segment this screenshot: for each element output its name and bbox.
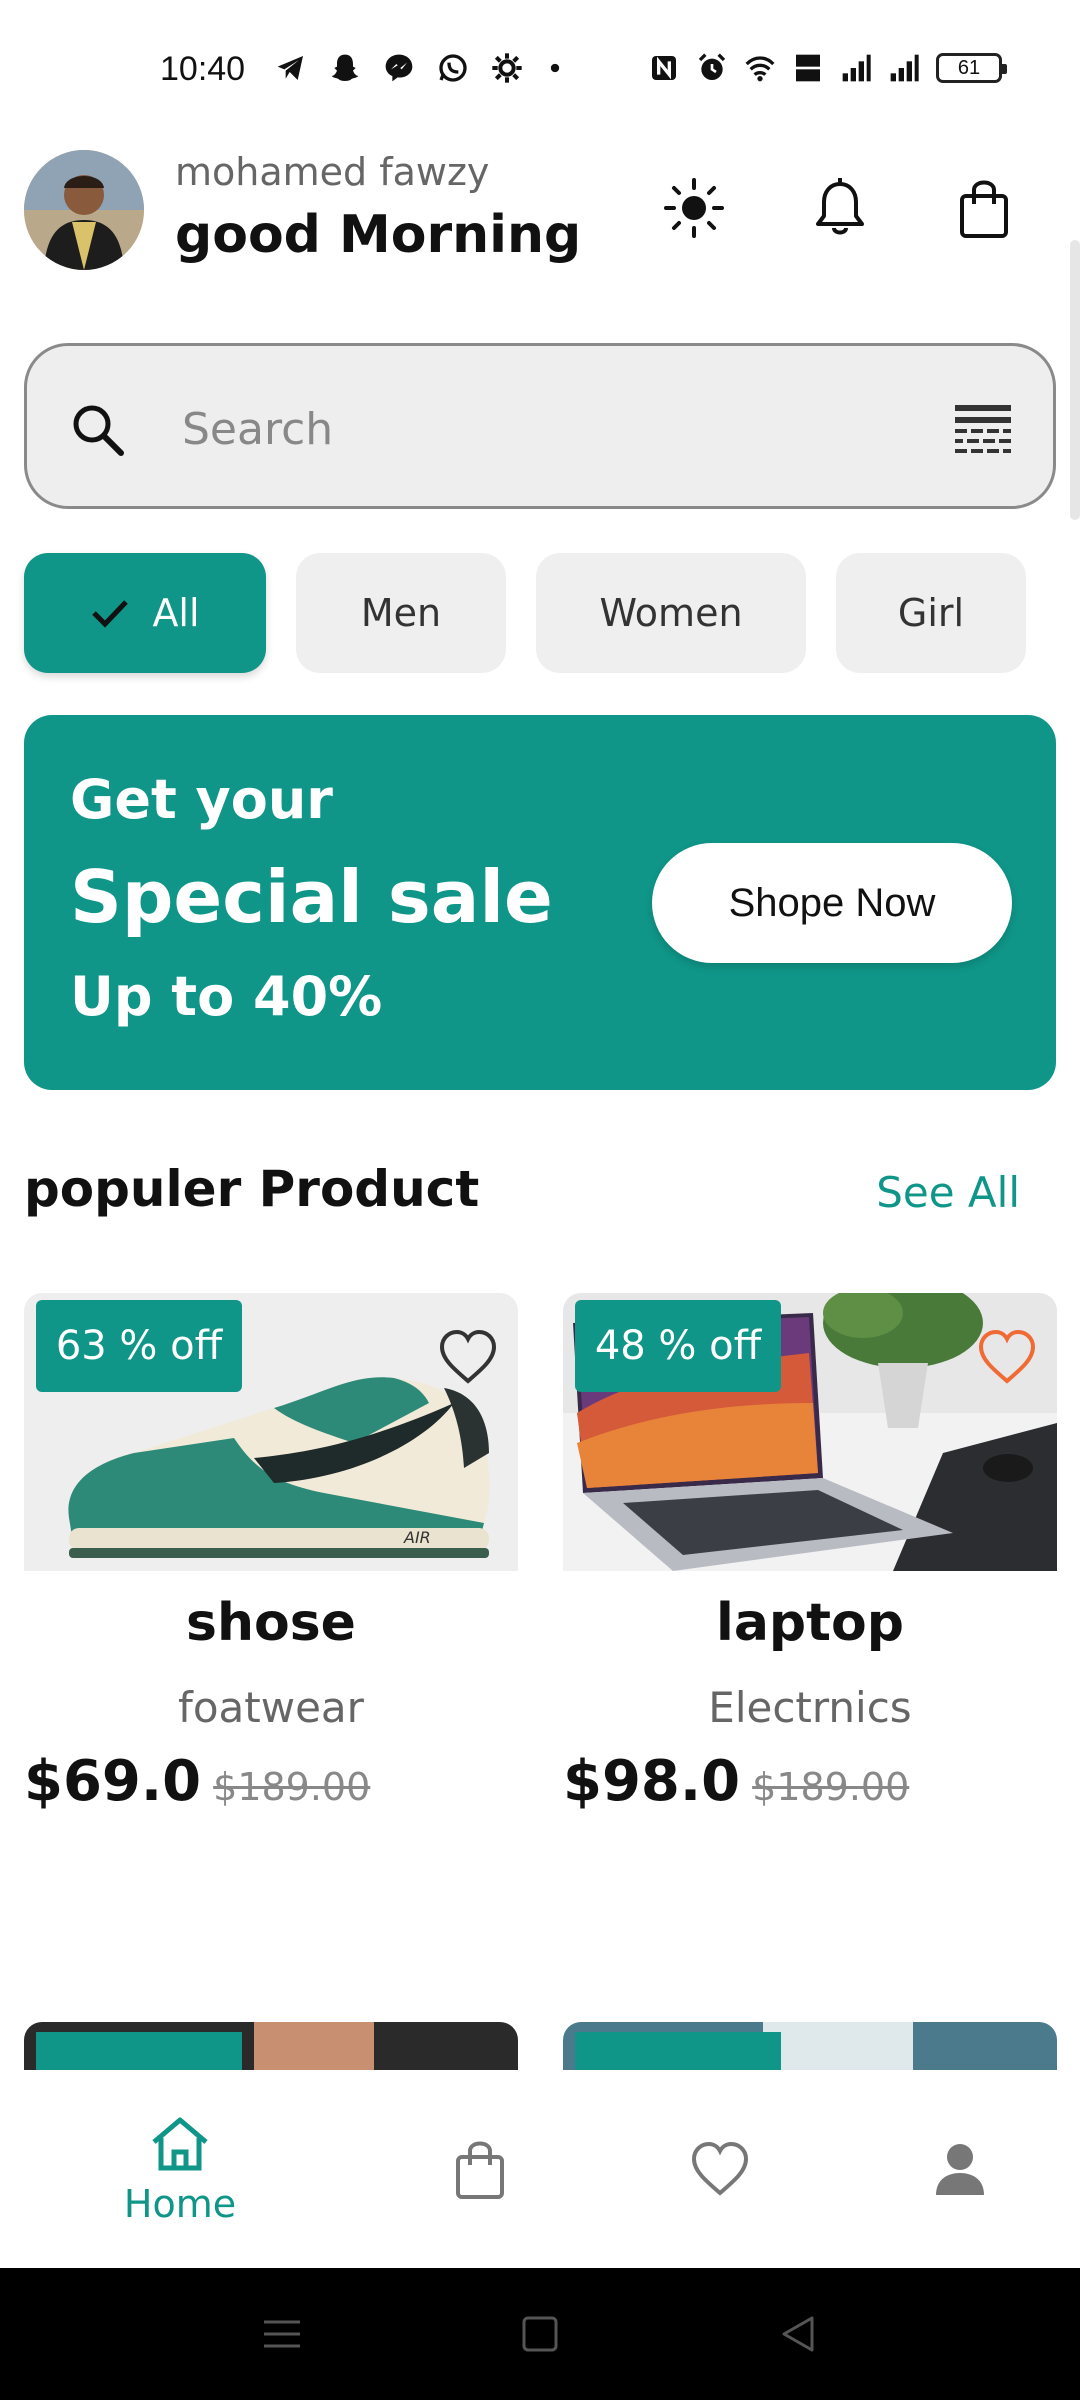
signal-icon-2	[890, 54, 919, 82]
messenger-icon	[385, 54, 413, 82]
favorite-heart-icon[interactable]	[436, 1327, 500, 1387]
status-bar: 10:40 61	[0, 0, 1080, 140]
home-square-icon[interactable]	[516, 2310, 564, 2358]
favorite-heart-icon[interactable]	[975, 1327, 1039, 1387]
promo-banner[interactable]: Get your Special sale Up to 40% Shope No…	[24, 715, 1056, 1090]
alarm-icon	[698, 53, 726, 80]
system-status-icons: 61	[648, 52, 1007, 84]
notification-bell-icon[interactable]	[808, 176, 872, 240]
nfc-icon	[652, 56, 676, 80]
avatar-photo	[24, 150, 144, 270]
product-name: shose	[186, 1593, 356, 1653]
chip-all[interactable]: All	[24, 553, 266, 673]
nav-profile[interactable]	[920, 2070, 1000, 2268]
search-placeholder: Search	[182, 404, 334, 455]
product-category: foatwear	[178, 1683, 364, 1732]
category-chips: All Men Women Girl	[24, 553, 1026, 673]
profile-icon	[936, 2144, 984, 2195]
dot-icon	[550, 63, 560, 73]
discount-badge	[36, 2032, 242, 2070]
nav-favorites[interactable]	[680, 2070, 760, 2268]
shopping-bag-icon	[456, 2141, 504, 2199]
signal-icon	[842, 54, 871, 82]
whatsapp-icon	[439, 54, 467, 82]
product-card-peek[interactable]	[563, 2022, 1057, 2070]
price-row: $98.0 $189.00	[563, 1749, 909, 1814]
discount-badge: 63 % off	[36, 1300, 242, 1392]
status-time: 10:40	[160, 50, 246, 88]
chip-men[interactable]: Men	[296, 553, 506, 673]
wifi-icon	[745, 56, 775, 82]
user-name: mohamed fawzy	[175, 150, 490, 194]
chip-women[interactable]: Women	[536, 553, 806, 673]
product-price: $98.0	[563, 1749, 741, 1814]
check-icon	[92, 600, 129, 628]
banner-title: Special sale	[70, 855, 553, 939]
discount-badge: 48 % off	[575, 1300, 781, 1392]
shop-now-button[interactable]: Shope Now	[652, 843, 1012, 963]
volte-icon	[796, 54, 820, 82]
product-old-price: $189.00	[752, 1765, 910, 1809]
product-category: Electrnics	[708, 1683, 912, 1732]
product-card[interactable]: 48 % off laptop Electrnics $98.0 $189.00	[563, 1293, 1057, 1853]
nav-cart[interactable]	[440, 2070, 520, 2268]
product-price: $69.0	[24, 1749, 202, 1814]
chip-girl[interactable]: Girl	[836, 553, 1026, 673]
product-card[interactable]: AIR 63 % off shose foatwear $69.0 $189.0…	[24, 1293, 518, 1853]
settings-icon	[492, 53, 522, 83]
shopping-bag-icon[interactable]	[952, 176, 1016, 240]
nav-home-label: Home	[123, 2182, 237, 2226]
banner-heading: Get your	[70, 768, 333, 831]
section-title: populer Product	[24, 1160, 480, 1218]
battery-indicator: 61	[936, 53, 1007, 83]
product-name: laptop	[716, 1593, 904, 1653]
theme-toggle-sun-icon[interactable]	[662, 176, 726, 240]
svg-text:AIR: AIR	[403, 1528, 431, 1547]
price-row: $69.0 $189.00	[24, 1749, 370, 1814]
filter-icon[interactable]	[953, 401, 1013, 457]
see-all-link[interactable]: See All	[876, 1168, 1020, 1217]
search-input[interactable]: Search	[24, 343, 1056, 509]
product-card-peek[interactable]	[24, 2022, 518, 2070]
discount-badge	[575, 2032, 781, 2070]
product-old-price: $189.00	[213, 1765, 371, 1809]
menu-icon[interactable]	[258, 2310, 306, 2358]
scrollbar[interactable]	[1070, 240, 1080, 520]
chip-label: All	[152, 591, 200, 635]
home-icon	[152, 2117, 208, 2171]
notification-icons	[275, 52, 565, 84]
chip-label: Women	[599, 591, 743, 635]
search-icon	[73, 405, 124, 456]
snapchat-icon	[331, 54, 359, 81]
bottom-navigation: Home	[0, 2070, 1080, 2268]
nav-home[interactable]: Home	[110, 2070, 250, 2268]
chip-label: Men	[360, 591, 442, 635]
banner-subtitle: Up to 40%	[70, 965, 383, 1028]
chip-label: Girl	[897, 591, 965, 635]
telegram-icon	[277, 56, 303, 80]
avatar[interactable]	[24, 150, 144, 270]
greeting-text: good Morning	[175, 205, 582, 265]
system-navigation-bar	[0, 2268, 1080, 2400]
heart-icon	[691, 2141, 749, 2196]
back-icon[interactable]	[774, 2310, 822, 2358]
